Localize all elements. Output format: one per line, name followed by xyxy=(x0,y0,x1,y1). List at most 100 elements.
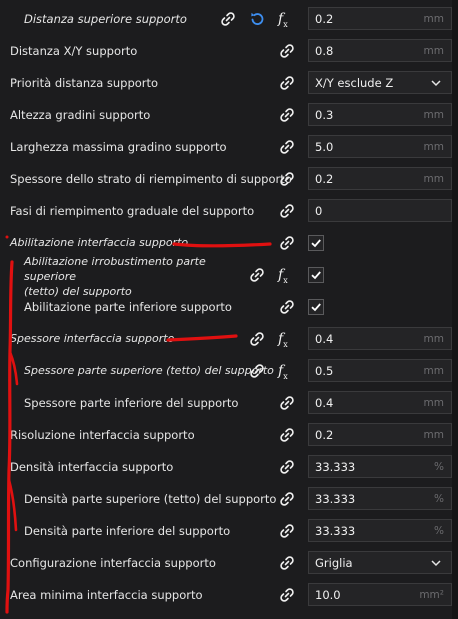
setting-label: Spessore interfaccia supporto xyxy=(10,332,175,345)
link-icon[interactable] xyxy=(278,298,296,316)
value-input[interactable]: 0.2 mm xyxy=(308,167,452,190)
value-input[interactable]: 33.333% xyxy=(308,519,452,542)
setting-row-support-floor-thickness: Spessore parte inferiore del supporto 0.… xyxy=(0,387,458,419)
formula-icon[interactable]: fx xyxy=(278,330,296,349)
value-input[interactable]: 0.3 mm xyxy=(308,103,452,126)
value-text: 0.3 xyxy=(315,108,334,122)
setting-row-enable-support-floor: Abilitazione parte inferiore supporto xyxy=(0,291,458,323)
unit-text: mm xyxy=(423,429,444,441)
setting-row-support-step-width: Larghezza massima gradino supporto 5.0 mm xyxy=(0,131,458,163)
link-icon[interactable] xyxy=(278,586,296,604)
value-text: 0 xyxy=(315,204,323,218)
formula-icon[interactable]: fx xyxy=(278,362,296,381)
setting-label: Larghezza massima gradino supporto xyxy=(10,140,227,154)
link-icon[interactable] xyxy=(278,106,296,124)
value-input[interactable]: 0.2 mm xyxy=(308,7,452,30)
value-text: 0.5 xyxy=(315,364,334,378)
link-icon[interactable] xyxy=(248,266,266,284)
formula-icon[interactable]: fx xyxy=(278,10,296,29)
link-icon[interactable] xyxy=(278,394,296,412)
value-input[interactable]: 0.4 mm xyxy=(308,391,452,414)
unit-text: mm xyxy=(423,365,444,377)
setting-label: Distanza superiore supporto xyxy=(24,12,187,26)
value-text: 5.0 xyxy=(315,140,334,154)
setting-row-support-floor-density: Densità parte inferiore del supporto 33.… xyxy=(0,515,458,547)
check-icon xyxy=(311,239,321,248)
value-text: 0.2 xyxy=(315,172,334,186)
unit-text: mm xyxy=(423,173,444,185)
unit-text: mm xyxy=(423,333,444,345)
unit-text: mm xyxy=(423,13,444,25)
scrollbar-track[interactable] xyxy=(452,0,458,619)
link-icon[interactable] xyxy=(278,202,296,220)
link-icon[interactable] xyxy=(248,330,266,348)
setting-row-support-step-height: Altezza gradini supporto 0.3 mm xyxy=(0,99,458,131)
unit-text: mm xyxy=(423,397,444,409)
chevron-down-icon xyxy=(431,560,441,567)
dropdown-value: X/Y esclude Z xyxy=(315,76,394,90)
link-icon[interactable] xyxy=(278,426,296,444)
link-icon[interactable] xyxy=(278,138,296,156)
value-input[interactable]: 33.333% xyxy=(308,455,452,478)
setting-row-support-interface-resolution: Risoluzione interfaccia supporto 0.2 mm xyxy=(0,419,458,451)
value-input[interactable]: 10.0 mm² xyxy=(308,583,452,606)
unit-text: mm xyxy=(423,109,444,121)
value-input[interactable]: 0.4 mm xyxy=(308,327,452,350)
unit-text: % xyxy=(434,493,444,505)
enable-floor-checkbox[interactable] xyxy=(308,299,324,315)
link-icon[interactable] xyxy=(219,10,237,28)
setting-label: Risoluzione interfaccia supporto xyxy=(10,428,195,442)
value-input[interactable]: 5.0 mm xyxy=(308,135,452,158)
link-icon[interactable] xyxy=(278,42,296,60)
setting-label: Densità parte inferiore del supporto xyxy=(24,524,231,538)
pattern-dropdown[interactable]: Griglia xyxy=(308,551,452,574)
link-icon[interactable] xyxy=(248,362,266,380)
value-input[interactable]: 0 xyxy=(308,199,452,222)
setting-row-support-top-distance: Distanza superiore supporto fx 0.2 mm xyxy=(0,3,458,35)
reset-icon[interactable] xyxy=(248,10,266,28)
setting-label: Priorità distanza supporto xyxy=(10,76,159,90)
enable-interface-checkbox[interactable] xyxy=(308,235,324,251)
setting-label: Densità interfaccia supporto xyxy=(10,460,174,474)
setting-label: Spessore parte inferiore del supporto xyxy=(24,396,239,410)
value-input[interactable]: 0.5 mm xyxy=(308,359,452,382)
setting-label: Area minima interfaccia supporto xyxy=(10,588,203,602)
setting-label: Distanza X/Y supporto xyxy=(10,44,138,58)
setting-label: Configurazione interfaccia supporto xyxy=(10,556,216,570)
setting-row-support-roof-density: Densità parte superiore (tetto) del supp… xyxy=(0,483,458,515)
value-input[interactable]: 0.2 mm xyxy=(308,423,452,446)
setting-row-support-roof-thickness: Spessore parte superiore (tetto) del sup… xyxy=(0,355,458,387)
unit-text: % xyxy=(434,525,444,537)
value-text: 33.333 xyxy=(315,524,356,538)
setting-row-support-interface-density: Densità interfaccia supporto 33.333% xyxy=(0,451,458,483)
check-icon xyxy=(311,271,321,280)
value-text: 33.333 xyxy=(315,460,356,474)
setting-row-support-interface-pattern: Configurazione interfaccia supporto Grig… xyxy=(0,547,458,579)
unit-text: mm xyxy=(423,45,444,57)
value-text: 33.333 xyxy=(315,492,356,506)
unit-text: mm² xyxy=(419,589,444,601)
link-icon[interactable] xyxy=(278,554,296,572)
setting-row-support-interface-thickness: Spessore interfaccia supporto fx 0.4 mm xyxy=(0,323,458,355)
priority-dropdown[interactable]: X/Y esclude Z xyxy=(308,71,452,94)
setting-label: Altezza gradini supporto xyxy=(10,108,151,122)
check-icon xyxy=(311,303,321,312)
link-icon[interactable] xyxy=(278,458,296,476)
value-input[interactable]: 0.8 mm xyxy=(308,39,452,62)
setting-row-enable-support-roof: Abilitazione irrobustimento parte superi… xyxy=(0,255,458,298)
setting-row-support-distance-priority: Priorità distanza supporto X/Y esclude Z xyxy=(0,67,458,99)
setting-label-line1: Abilitazione irrobustimento parte superi… xyxy=(24,254,206,283)
link-icon[interactable] xyxy=(278,170,296,188)
value-text: 0.2 xyxy=(315,428,334,442)
link-icon[interactable] xyxy=(278,490,296,508)
link-icon[interactable] xyxy=(278,234,296,252)
value-text: 0.4 xyxy=(315,332,334,346)
setting-label: Fasi di riempimento graduale del support… xyxy=(10,204,255,218)
enable-roof-checkbox[interactable] xyxy=(308,267,324,283)
formula-icon[interactable]: fx xyxy=(278,266,296,285)
value-text: 0.4 xyxy=(315,396,334,410)
link-icon[interactable] xyxy=(278,74,296,92)
link-icon[interactable] xyxy=(278,522,296,540)
value-input[interactable]: 33.333% xyxy=(308,487,452,510)
value-text: 10.0 xyxy=(315,588,341,602)
